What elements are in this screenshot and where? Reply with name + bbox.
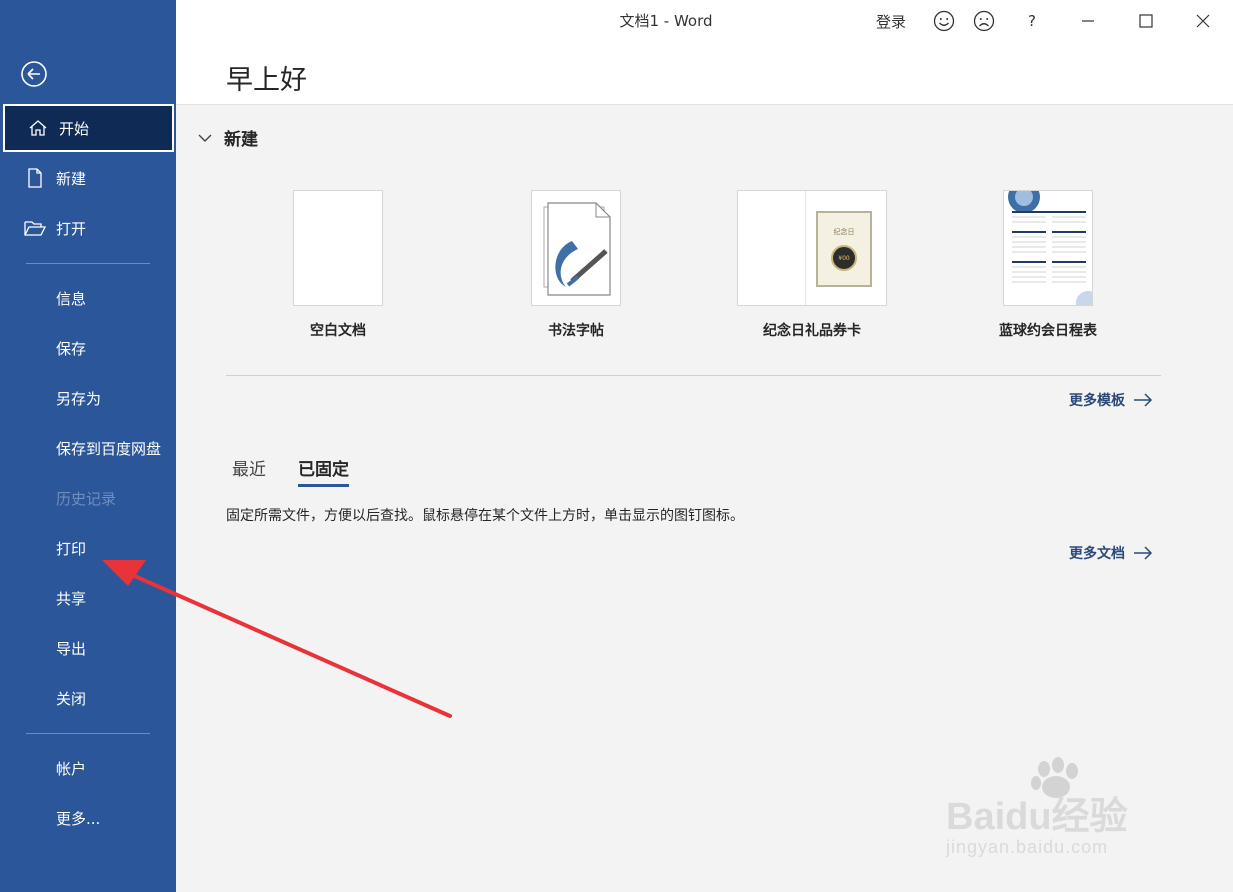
more-documents-label: 更多文档: [1069, 546, 1125, 562]
sidebar-item-label: 新建: [56, 169, 87, 188]
tab-pinned[interactable]: 已固定: [298, 455, 349, 487]
pinned-hint-text: 固定所需文件，方便以后查找。鼠标悬停在某个文件上方时，单击显示的图钉图标。: [226, 508, 744, 524]
sidebar-item-label: 关闭: [56, 689, 87, 708]
sidebar-item-label: 共享: [56, 589, 87, 608]
sidebar-item-save-to-baidu[interactable]: 保存到百度网盘: [0, 424, 176, 472]
section-divider: [226, 375, 1161, 376]
thumb-card-price: ¥00: [838, 254, 850, 262]
smile-feedback-icon[interactable]: [932, 8, 956, 34]
sidebar-item-home[interactable]: 开始: [3, 104, 174, 152]
sidebar-item-save[interactable]: 保存: [0, 324, 176, 372]
sidebar-item-label: 另存为: [56, 389, 102, 408]
watermark-url: jingyan.baidu.com: [946, 837, 1109, 857]
sidebar-divider: [26, 263, 150, 264]
template-name: 蓝球约会日程表: [999, 323, 1097, 339]
sign-in-button[interactable]: 登录: [876, 8, 906, 34]
more-documents-link[interactable]: 更多文档: [1069, 543, 1153, 563]
template-thumbnail: [1003, 190, 1093, 306]
template-thumbnail: [293, 190, 383, 306]
tab-recent[interactable]: 最近: [232, 455, 266, 487]
minimize-icon[interactable]: [1076, 8, 1100, 34]
sidebar-item-close[interactable]: 关闭: [0, 674, 176, 722]
greeting-header: 早上好: [176, 42, 1233, 105]
home-icon: [27, 117, 49, 139]
sidebar-item-label: 打印: [56, 539, 87, 558]
sidebar-item-label: 打开: [56, 219, 87, 238]
sidebar-item-history: 历史记录: [0, 474, 176, 522]
thumb-card-title: 纪念日: [833, 228, 855, 236]
sidebar-item-label: 导出: [56, 639, 87, 658]
close-icon[interactable]: [1191, 8, 1215, 34]
sidebar-divider: [26, 733, 150, 734]
sidebar-item-label: 保存: [56, 339, 87, 358]
sidebar-item-label: 信息: [56, 289, 87, 308]
new-document-icon: [24, 167, 46, 189]
frown-feedback-icon[interactable]: [972, 8, 996, 34]
baidu-jingyan-watermark: Baidu经验 jingyan.baidu.com: [940, 755, 1180, 865]
sidebar-item-share[interactable]: 共享: [0, 574, 176, 622]
template-thumbnail: 纪念日 ¥00: [737, 190, 887, 306]
open-folder-icon: [24, 217, 46, 239]
template-basketball-schedule[interactable]: 蓝球约会日程表: [953, 190, 1143, 340]
new-section-heading: 新建: [224, 130, 258, 150]
template-calligraphy[interactable]: 书法字帖: [481, 190, 671, 340]
greeting-title: 早上好: [226, 65, 307, 96]
sidebar-item-more[interactable]: 更多...: [0, 794, 176, 842]
sidebar-item-label: 更多...: [56, 809, 101, 828]
window-title: 文档1 - Word: [619, 12, 713, 30]
recent-tabs: 最近 已固定: [232, 455, 381, 487]
new-section-toggle[interactable]: 新建: [198, 125, 258, 150]
maximize-icon[interactable]: [1134, 8, 1158, 34]
sidebar-item-new[interactable]: 新建: [0, 154, 176, 202]
chevron-down-icon: [198, 128, 212, 148]
backstage-sidebar: 开始 新建 打开 信息 保存 另存为 保存到百度网盘 历史记录 打印 共享 导出…: [0, 0, 176, 892]
sidebar-item-export[interactable]: 导出: [0, 624, 176, 672]
help-button[interactable]: ?: [1022, 8, 1042, 34]
more-templates-label: 更多模板: [1069, 393, 1125, 409]
sidebar-item-info[interactable]: 信息: [0, 274, 176, 322]
template-name: 纪念日礼品券卡: [763, 323, 861, 339]
template-name: 书法字帖: [548, 323, 604, 339]
sidebar-item-label: 开始: [59, 119, 90, 138]
template-anniversary-gift-card[interactable]: 纪念日 ¥00 纪念日礼品券卡: [717, 190, 907, 340]
sidebar-item-open[interactable]: 打开: [0, 204, 176, 252]
sidebar-item-label: 保存到百度网盘: [56, 439, 162, 458]
sidebar-item-label: 帐户: [56, 759, 87, 778]
title-bar: 文档1 - Word 登录 ?: [176, 0, 1233, 42]
sidebar-item-save-as[interactable]: 另存为: [0, 374, 176, 422]
more-templates-link[interactable]: 更多模板: [1069, 390, 1153, 410]
template-thumbnail: [531, 190, 621, 306]
watermark-brand: Baidu经验: [946, 796, 1128, 838]
sidebar-item-label: 历史记录: [56, 489, 117, 508]
sidebar-item-print[interactable]: 打印: [0, 524, 176, 572]
back-arrow-circle-icon[interactable]: [20, 60, 48, 88]
template-name: 空白文档: [310, 323, 366, 339]
template-blank-document[interactable]: 空白文档: [243, 190, 433, 340]
sidebar-item-account[interactable]: 帐户: [0, 744, 176, 792]
arrow-right-icon: [1134, 393, 1153, 407]
arrow-right-icon: [1134, 546, 1153, 560]
